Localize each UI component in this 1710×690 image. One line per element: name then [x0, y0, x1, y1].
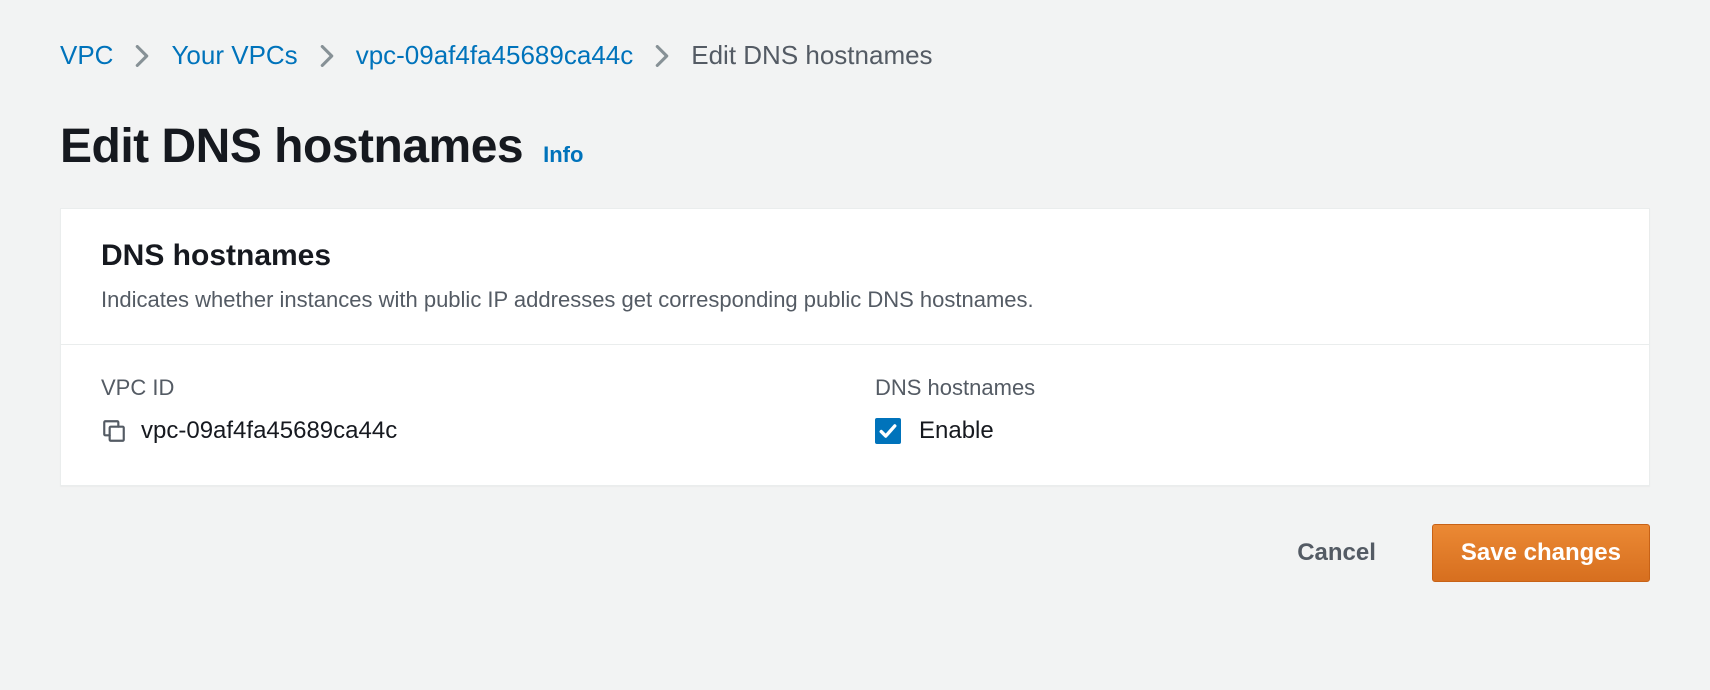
vpc-id-label: VPC ID — [101, 375, 835, 401]
panel-description: Indicates whether instances with public … — [101, 283, 1609, 316]
checkbox-checked-icon — [875, 418, 901, 444]
copy-icon[interactable] — [101, 418, 127, 444]
vpc-id-value: vpc-09af4fa45689ca44c — [141, 417, 397, 445]
enable-checkbox-label: Enable — [919, 417, 994, 445]
page-title: Edit DNS hostnames — [60, 119, 523, 174]
info-link[interactable]: Info — [543, 142, 583, 168]
save-changes-button[interactable]: Save changes — [1432, 524, 1650, 582]
breadcrumb: VPC Your VPCs vpc-09af4fa45689ca44c Edit… — [60, 40, 1650, 71]
enable-dns-hostnames-checkbox[interactable]: Enable — [875, 417, 1609, 445]
breadcrumb-link-vpc[interactable]: VPC — [60, 40, 113, 71]
dns-hostnames-panel: DNS hostnames Indicates whether instance… — [60, 208, 1650, 486]
breadcrumb-link-vpc-id[interactable]: vpc-09af4fa45689ca44c — [356, 40, 634, 71]
chevron-right-icon — [655, 45, 669, 67]
panel-heading: DNS hostnames — [101, 239, 1609, 273]
breadcrumb-current: Edit DNS hostnames — [691, 40, 932, 71]
cancel-button[interactable]: Cancel — [1269, 524, 1404, 582]
breadcrumb-link-your-vpcs[interactable]: Your VPCs — [171, 40, 297, 71]
chevron-right-icon — [320, 45, 334, 67]
dns-hostnames-field-label: DNS hostnames — [875, 375, 1609, 401]
chevron-right-icon — [135, 45, 149, 67]
